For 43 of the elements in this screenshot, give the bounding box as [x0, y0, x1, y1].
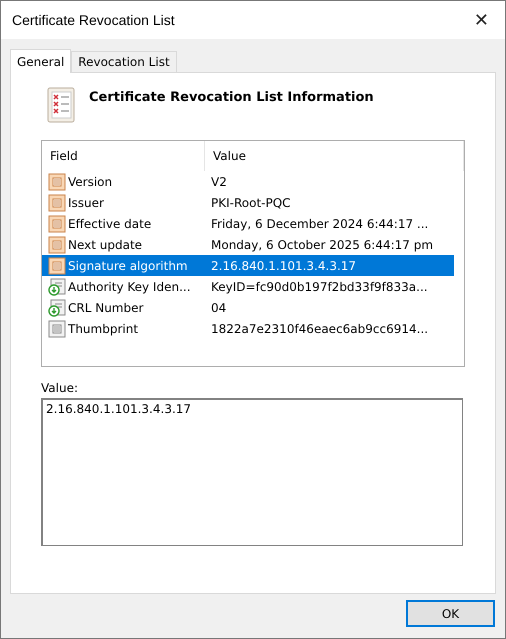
window-title: Certificate Revocation List: [12, 12, 175, 28]
field-value: KeyID=fc90d0b197f2bd33f9f833a...: [211, 280, 428, 294]
download-icon: [48, 278, 66, 296]
field-name: Signature algorithm: [68, 258, 188, 272]
field-name: Issuer: [68, 196, 104, 210]
list-row[interactable]: Signature algorithm 2.16.840.1.101.3.4.3.17: [42, 255, 454, 276]
field-value: PKI-Root-PQC: [211, 196, 291, 210]
revocation-list-icon: [47, 87, 75, 123]
document-icon: [48, 194, 66, 212]
section-heading: Certificate Revocation List Information: [89, 90, 374, 105]
field-name: Effective date: [68, 216, 152, 230]
field-name: Authority Key Iden...: [68, 280, 191, 294]
document-icon: [48, 256, 66, 274]
document-icon: [48, 236, 66, 254]
list-row[interactable]: CRL Number 04: [42, 297, 454, 318]
field-value: Friday, 6 December 2024 6:44:17 ...: [211, 216, 428, 230]
list-row[interactable]: Version V2: [42, 171, 454, 192]
field-value: V2: [211, 174, 227, 188]
field-value: Monday, 6 October 2025 6:44:17 pm: [211, 238, 434, 252]
field-name: CRL Number: [68, 300, 144, 314]
list-row[interactable]: Thumbprint 1822a7e2310f46eaec6ab9cc6914...: [42, 318, 454, 339]
tab[interactable]: Revocation List: [71, 51, 177, 72]
list-row[interactable]: Effective date Friday, 6 December 2024 6:44:17 ...: [42, 213, 454, 234]
field-value: 1822a7e2310f46eaec6ab9cc6914...: [211, 322, 428, 336]
document-icon: [48, 172, 66, 190]
field-name: Thumbprint: [68, 322, 138, 336]
field-value: 2.16.840.1.101.3.4.3.17: [211, 258, 356, 272]
list-row[interactable]: Authority Key Iden... KeyID=fc90d0b197f2bd33f9f833a...: [42, 276, 454, 297]
list-row[interactable]: Issuer PKI-Root-PQC: [42, 192, 454, 213]
column-header[interactable]: Field: [42, 141, 205, 171]
column-header[interactable]: Value: [205, 141, 464, 171]
field-name: Version: [68, 174, 112, 188]
download-icon: [48, 298, 66, 316]
document-icon: [48, 320, 66, 338]
field-value: 04: [211, 300, 226, 314]
close-button[interactable]: ✕: [468, 10, 495, 30]
ok-button[interactable]: OK: [406, 600, 495, 627]
tab[interactable]: General: [10, 49, 72, 73]
value-field[interactable]: 2.16.840.1.101.3.4.3.17: [41, 398, 463, 546]
value-label: Value:: [41, 381, 79, 395]
list-row[interactable]: Next update Monday, 6 October 2025 6:44:17 pm: [42, 234, 454, 255]
field-name: Next update: [68, 238, 142, 252]
document-icon: [48, 214, 66, 232]
